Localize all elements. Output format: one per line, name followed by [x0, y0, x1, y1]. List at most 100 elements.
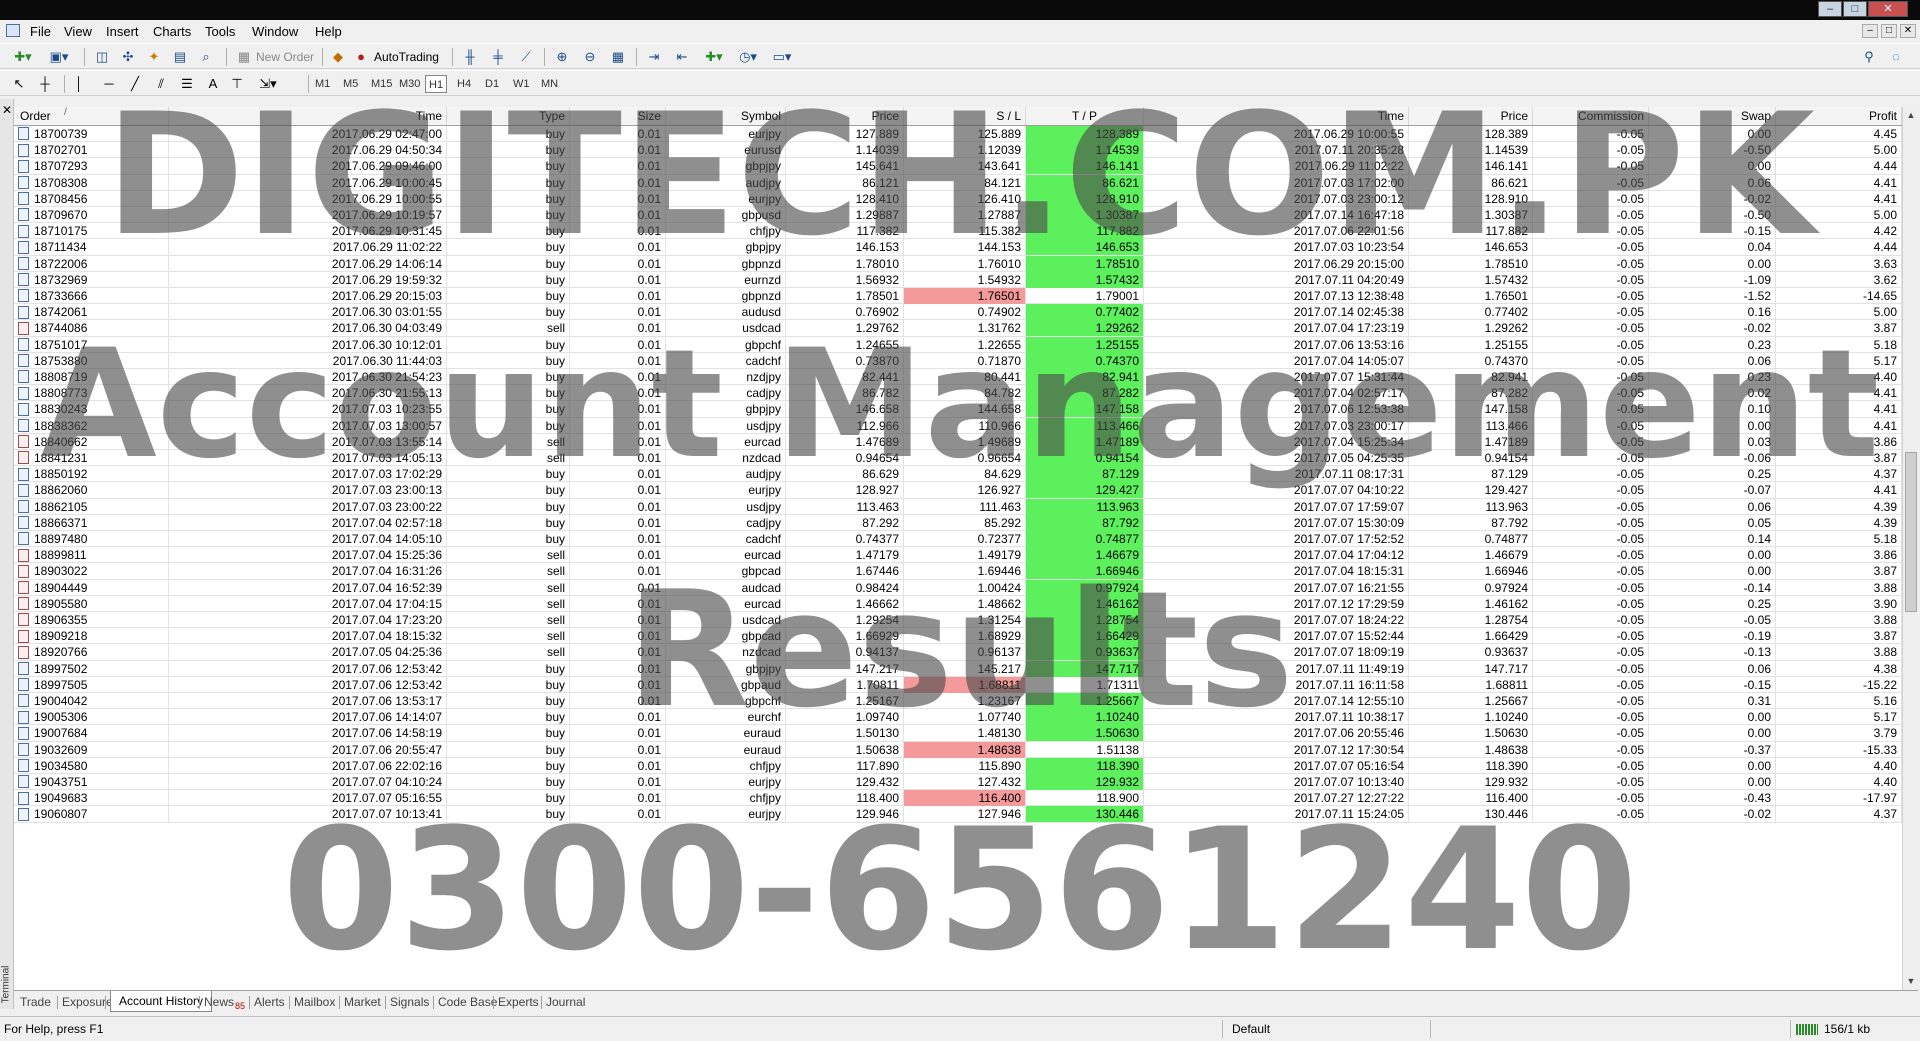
tab-news[interactable]: News85	[204, 994, 245, 1011]
table-row[interactable]: 19034580 2017.07.06 22:02:16 buy 0.01 chfjpy…	[14, 757, 1902, 774]
table-row[interactable]: 18742061 2017.06.30 03:01:55 buy 0.01 audusd…	[14, 304, 1902, 321]
table-row[interactable]: 18903022 2017.07.04 16:31:26 sell 0.01 gbpca…	[14, 563, 1902, 580]
tab-code-base[interactable]: Code Base	[438, 994, 497, 1011]
zoom-out-icon[interactable]: ⊖	[580, 48, 600, 66]
table-row[interactable]: 18909218 2017.07.04 18:15:32 sell 0.01 gbpca…	[14, 628, 1902, 645]
tab-experts[interactable]: Experts	[498, 994, 539, 1011]
column-header-swap[interactable]: Swap	[1649, 107, 1776, 125]
mdi-close-button[interactable]: ✕	[1900, 24, 1916, 38]
autotrading-button[interactable]: AutoTrading	[374, 48, 439, 66]
arrows-icon[interactable]: ⇲▾	[254, 75, 282, 93]
tab-account-history[interactable]: Account History	[110, 991, 213, 1012]
table-row[interactable]: 19007684 2017.07.06 14:58:19 buy 0.01 euraud…	[14, 725, 1902, 742]
table-row[interactable]: 18708308 2017.06.29 10:00:45 buy 0.01 audjpy…	[14, 174, 1902, 191]
menu-insert[interactable]: Insert	[106, 24, 139, 39]
cursor-icon[interactable]: ↖	[10, 75, 28, 93]
table-row[interactable]: 18702701 2017.06.29 04:50:34 buy 0.01 eurusd…	[14, 142, 1902, 159]
column-header-open-time[interactable]: Time	[169, 107, 447, 125]
terminal-icon[interactable]: ▤	[170, 48, 190, 66]
periods-icon[interactable]: ◷▾	[734, 48, 762, 66]
table-row[interactable]: 18905580 2017.07.04 17:04:15 sell 0.01 eurca…	[14, 595, 1902, 612]
scroll-thumb[interactable]	[1905, 452, 1917, 612]
menu-window[interactable]: Window	[252, 24, 298, 39]
search-icon[interactable]: ⚲	[1860, 48, 1878, 66]
timeframe-d1[interactable]: D1	[482, 75, 502, 93]
trendline-icon[interactable]: ╱	[126, 75, 144, 93]
table-row[interactable]: 18841231 2017.07.03 14:05:13 sell 0.01 nzdca…	[14, 450, 1902, 467]
table-row[interactable]: 18838362 2017.07.03 13:00:57 buy 0.01 usdjpy…	[14, 417, 1902, 434]
mdi-minimize-button[interactable]: –	[1862, 24, 1878, 38]
table-row[interactable]: 18808773 2017.06.30 21:55:13 buy 0.01 cadjpy…	[14, 385, 1902, 402]
table-row[interactable]: 18897480 2017.07.04 14:05:10 buy 0.01 cadchf…	[14, 531, 1902, 548]
column-header-commission[interactable]: Commission	[1533, 107, 1649, 125]
strategy-tester-icon[interactable]: ⌕	[196, 48, 216, 66]
candlestick-icon[interactable]: ╪	[488, 48, 508, 66]
autotrading-icon[interactable]: ●	[352, 48, 370, 66]
table-row[interactable]: 18830243 2017.07.03 10:23:55 buy 0.01 gbpjpy…	[14, 401, 1902, 418]
minimize-app-button[interactable]: –	[1818, 1, 1842, 17]
templates-icon[interactable]: ▭▾	[768, 48, 796, 66]
table-row[interactable]: 18753880 2017.06.30 11:44:03 buy 0.01 cadchf…	[14, 352, 1902, 369]
table-row[interactable]: 18866371 2017.07.04 02:57:18 buy 0.01 cadjpy…	[14, 514, 1902, 531]
timeframe-m30[interactable]: M30	[396, 75, 423, 93]
column-header-close-time[interactable]: Time	[1144, 107, 1409, 125]
column-header-close-price[interactable]: Price	[1409, 107, 1533, 125]
table-row[interactable]: 18744086 2017.06.30 04:03:49 sell 0.01 usdca…	[14, 320, 1902, 337]
column-header-order[interactable]: Order	[14, 107, 169, 125]
chat-icon[interactable]: ◌	[1886, 48, 1906, 66]
table-row[interactable]: 18711434 2017.06.29 11:02:22 buy 0.01 gbpjpy…	[14, 239, 1902, 256]
table-row[interactable]: 18997502 2017.07.06 12:53:42 buy 0.01 gbpjpy…	[14, 660, 1902, 677]
timeframe-h4[interactable]: H4	[454, 75, 474, 93]
market-watch-icon[interactable]: ◫	[92, 48, 112, 66]
tab-signals[interactable]: Signals	[390, 994, 429, 1011]
column-header-type[interactable]: Type	[447, 107, 570, 125]
table-row[interactable]: 18732969 2017.06.29 19:59:32 buy 0.01 eurnzd…	[14, 271, 1902, 288]
table-row[interactable]: 19060807 2017.07.07 10:13:41 buy 0.01 eurjpy…	[14, 806, 1902, 823]
close-app-button[interactable]: ✕	[1868, 1, 1908, 17]
navigator-icon[interactable]: ✦	[144, 48, 164, 66]
timeframe-w1[interactable]: W1	[510, 75, 533, 93]
tile-windows-icon[interactable]: ▦	[608, 48, 628, 66]
menu-view[interactable]: View	[64, 24, 92, 39]
column-header-symbol[interactable]: Symbol	[666, 107, 786, 125]
tab-mailbox[interactable]: Mailbox	[294, 994, 335, 1011]
table-row[interactable]: 18708456 2017.06.29 10:00:55 buy 0.01 eurjpy…	[14, 190, 1902, 207]
table-row[interactable]: 19049683 2017.07.07 05:16:55 buy 0.01 chfjpy…	[14, 790, 1902, 807]
table-row[interactable]: 18840662 2017.07.03 13:55:14 sell 0.01 eurca…	[14, 433, 1902, 450]
timeframe-m15[interactable]: M15	[368, 75, 395, 93]
chart-shift-icon[interactable]: ⇥	[644, 48, 664, 66]
line-chart-icon[interactable]: ⟋	[516, 48, 536, 66]
data-window-icon[interactable]: ✣	[118, 48, 138, 66]
new-order-icon[interactable]: ▦	[236, 48, 252, 66]
table-row[interactable]: 18710175 2017.06.29 10:31:45 buy 0.01 chfjpy…	[14, 223, 1902, 240]
timeframe-mn[interactable]: MN	[538, 75, 561, 93]
metaeditor-icon[interactable]: ◆	[330, 48, 346, 66]
table-row[interactable]: 18862060 2017.07.03 23:00:13 buy 0.01 eurjpy…	[14, 482, 1902, 499]
table-row[interactable]: 18733666 2017.06.29 20:15:03 buy 0.01 gbpnzd…	[14, 288, 1902, 305]
autoscroll-icon[interactable]: ⇤	[672, 48, 692, 66]
scroll-up-icon[interactable]: ▲	[1905, 109, 1917, 121]
table-row[interactable]: 19005306 2017.07.06 14:14:07 buy 0.01 eurchf…	[14, 709, 1902, 726]
menu-help[interactable]: Help	[315, 24, 342, 39]
maximize-app-button[interactable]: □	[1843, 1, 1867, 17]
zoom-in-icon[interactable]: ⊕	[552, 48, 572, 66]
scroll-down-icon[interactable]: ▼	[1905, 975, 1917, 987]
menu-file[interactable]: File	[30, 24, 51, 39]
column-header-sl[interactable]: S / L	[904, 107, 1026, 125]
table-row[interactable]: 18700739 2017.06.29 02:47:00 buy 0.01 eurjpy…	[14, 126, 1902, 143]
vertical-line-icon[interactable]: │	[72, 75, 86, 93]
tab-market[interactable]: Market	[344, 994, 381, 1011]
column-header-profit[interactable]: Profit	[1776, 107, 1902, 125]
column-header-open-price[interactable]: Price	[786, 107, 904, 125]
crosshair-icon[interactable]: ┼	[36, 75, 54, 93]
table-row[interactable]: 18850192 2017.07.03 17:02:29 buy 0.01 audjpy…	[14, 466, 1902, 483]
fibonacci-icon[interactable]: ☰	[178, 75, 196, 93]
table-row[interactable]: 18707293 2017.06.29 09:46:00 buy 0.01 gbpjpy…	[14, 158, 1902, 175]
column-header-tp[interactable]: T / P	[1026, 107, 1144, 125]
table-row[interactable]: 18709670 2017.06.29 10:19:57 buy 0.01 gbpusd…	[14, 207, 1902, 224]
vertical-scrollbar[interactable]: ▲ ▼	[1902, 107, 1919, 990]
table-row[interactable]: 18808719 2017.06.30 21:54:23 buy 0.01 nzdjpy…	[14, 369, 1902, 386]
menu-charts[interactable]: Charts	[153, 24, 191, 39]
tab-journal[interactable]: Journal	[546, 994, 585, 1011]
table-row[interactable]: 19032609 2017.07.06 20:55:47 buy 0.01 euraud…	[14, 741, 1902, 758]
